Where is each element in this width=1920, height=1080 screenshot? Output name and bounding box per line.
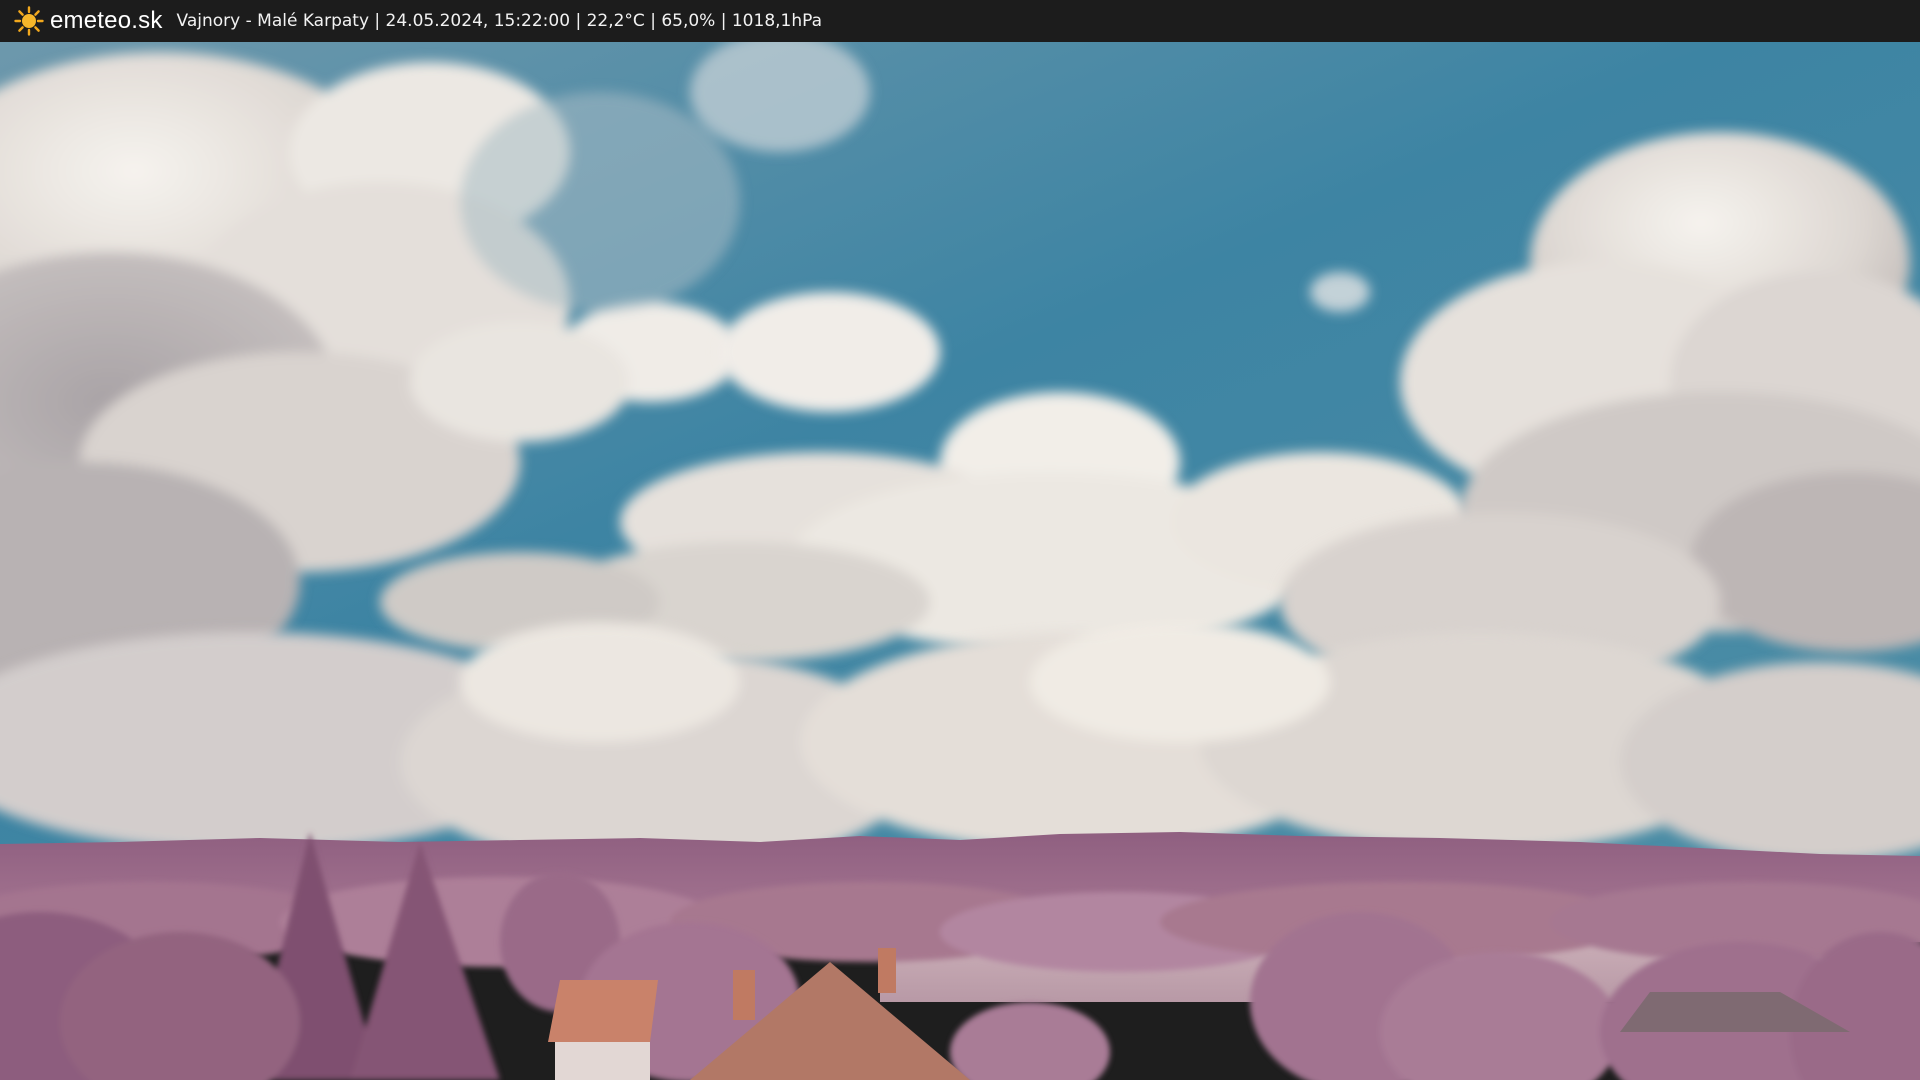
sun-icon [14, 6, 44, 36]
house-roof-left [548, 980, 658, 1080]
brand-logo[interactable]: emeteo.sk [14, 6, 163, 36]
webcam-caption: Vajnory - Malé Karpaty | 24.05.2024, 15:… [176, 11, 823, 31]
logo-text: emeteo.sk [50, 7, 163, 34]
top-bar: emeteo.sk Vajnory - Malé Karpaty | 24.05… [0, 0, 1920, 42]
webcam-image [0, 42, 1920, 1080]
